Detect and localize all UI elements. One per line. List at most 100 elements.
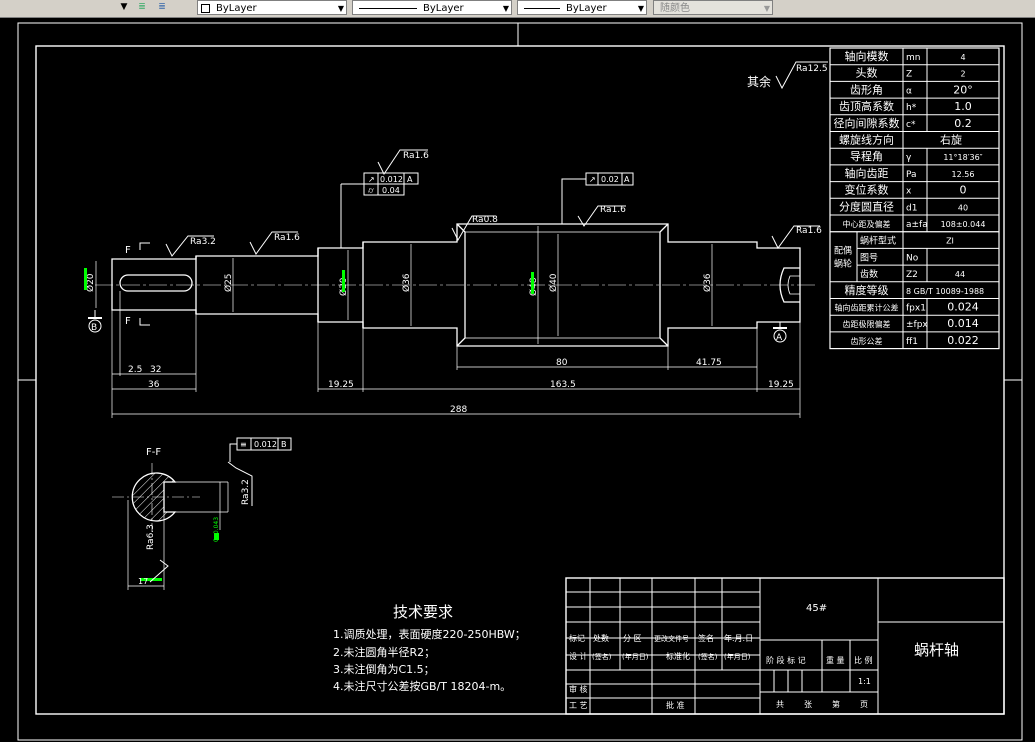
linetype-control[interactable]: ByLayer ▼ [352, 0, 512, 15]
table-label: 中心距及偏差 [843, 219, 891, 229]
svg-text:共: 共 [776, 700, 784, 709]
svg-text:(签名): (签名) [698, 652, 718, 661]
material: 45# [806, 603, 827, 614]
cylindricity-icon: ⌭ [368, 186, 374, 195]
table-symbol: a±fa [906, 220, 928, 230]
svg-text:19.25: 19.25 [328, 380, 354, 390]
svg-text:处数: 处数 [593, 633, 609, 643]
svg-text:Ra3.2: Ra3.2 [241, 479, 251, 505]
note-3: 3.未注倒角为C1.5； [333, 662, 435, 676]
svg-text:重 量: 重 量 [826, 655, 845, 665]
table-symbol: fpx1 [906, 304, 926, 314]
table-label: 齿形公差 [851, 336, 883, 346]
layer-dropdown-arrow[interactable]: ▼ [116, 0, 132, 15]
svg-text:80: 80 [556, 358, 568, 368]
table-label: 轴向齿距 [845, 166, 889, 180]
svg-text:2.5: 2.5 [128, 365, 142, 375]
svg-text:分 区: 分 区 [623, 634, 642, 643]
table-value: 4 [960, 53, 965, 62]
lineweight-control[interactable]: ByLayer ▼ [517, 0, 647, 15]
table-value: 108±0.044 [941, 220, 986, 229]
plotstyle-control[interactable]: 随颜色 ▼ [653, 0, 773, 15]
svg-text:Ra1.6: Ra1.6 [796, 226, 822, 236]
table-value: ZI [946, 237, 954, 246]
parameter-table: 轴向模数 mn 4头数 Z 2齿形角 α 20°齿顶高系数 h* 1.0径向间隙系数 c* 0.2螺… [829, 47, 1000, 350]
drawing-canvas[interactable]: 轴向模数 mn 4头数 Z 2齿形角 α 20°齿顶高系数 h* 1.0径向间隙系数 c* 0.2螺… [0, 18, 1035, 742]
dim-dia-40: Ø40 [548, 273, 559, 292]
properties-toolbar: ▼ ≣ ≣ ByLayer ▼ ByLayer ▼ ByLayer ▼ 随颜色 … [0, 0, 1035, 18]
svg-text:审 核: 审 核 [569, 684, 588, 694]
table-value: 11°18′36″ [943, 153, 982, 162]
table-label: 精度等级 [845, 283, 889, 297]
table-value: 0.022 [947, 334, 979, 347]
note-4: 4.未注尺寸公差按GB/T 18204-m。 [333, 679, 511, 693]
section-cut-marks [139, 242, 150, 326]
note-2: 2.未注圆角半径R2； [333, 645, 435, 659]
svg-text:更改文件号: 更改文件号 [654, 634, 689, 643]
section-dim-tolerance: 0 -0.043 [213, 517, 220, 542]
mating-group-label: 蜗轮 [834, 258, 852, 270]
svg-text:(签名): (签名) [592, 652, 612, 661]
svg-text:A: A [776, 333, 783, 343]
svg-text:1:1: 1:1 [858, 677, 871, 686]
svg-text:A: A [407, 175, 413, 184]
chevron-down-icon: ▼ [763, 4, 770, 13]
title-block-text: 45# 蜗杆轴 标记 处数 分 区 更改文件号 签名 年.月.日 设 计 (签名… [569, 603, 959, 710]
datum-a: A [773, 322, 787, 343]
roughness-labels: Ra3.2 Ra1.6 Ra1.6 Ra0.8 Ra1.6 Ra1.6 Ra6.… [146, 151, 822, 550]
svg-text:(年月日): (年月日) [724, 652, 751, 661]
section-view: F-F 17 0 -0.043 [112, 447, 229, 590]
table-symbol: mn [906, 53, 920, 63]
svg-text:工 艺: 工 艺 [569, 701, 588, 710]
layer-previous-icon[interactable]: ≣ [154, 0, 170, 15]
svg-text:Ra3.2: Ra3.2 [190, 237, 216, 247]
runout-icon: ↗ [368, 175, 375, 184]
table-value: 12.56 [952, 170, 975, 179]
table-label: 头数 [856, 67, 878, 80]
dim-dia-36b: Ø36 [702, 273, 713, 292]
svg-text:标准化: 标准化 [666, 651, 690, 661]
svg-text:0.04: 0.04 [382, 186, 400, 195]
notes-title: 技术要求 [393, 603, 453, 621]
svg-text:(年月日): (年月日) [622, 652, 649, 661]
layer-stack-icon[interactable]: ≣ [134, 0, 150, 15]
table-value: 1.0 [954, 100, 972, 113]
technical-requirements: 技术要求 1.调质处理，表面硬度220-250HBW； 2.未注圆角半径R2； … [333, 603, 526, 693]
mating-group-label: 配偶 [834, 245, 852, 257]
table-label: 齿形角 [850, 83, 883, 96]
table-symbol: α [906, 86, 912, 96]
svg-text:设 计: 设 计 [569, 651, 588, 661]
roughness-other-value: Ra12.5 [796, 64, 828, 74]
datum-b: B [88, 310, 102, 333]
table-label: 螺旋线方向 [839, 133, 894, 147]
svg-text:标记: 标记 [569, 633, 585, 643]
table-label: 轴向齿距累计公差 [835, 303, 899, 313]
table-label: 齿距极限偏差 [843, 319, 891, 329]
svg-text:0.012: 0.012 [254, 440, 277, 449]
symmetry-icon: ≡ [240, 440, 247, 449]
table-value: 20° [953, 83, 973, 96]
svg-text:张: 张 [804, 700, 812, 709]
table-value: 0.014 [947, 317, 979, 330]
table-value: 2 [960, 70, 965, 79]
table-value: 0.2 [954, 117, 972, 130]
tolerance-symbols: ↗ ⌭ ↗ ≡ [240, 175, 596, 449]
chevron-down-icon: ▼ [337, 4, 344, 13]
section-dim-17: 17 [138, 577, 148, 586]
section-title: F-F [146, 447, 161, 458]
table-symbol: Pa [906, 170, 917, 180]
table-value: 右旋 [940, 133, 962, 147]
svg-text:B: B [91, 323, 97, 333]
color-control[interactable]: ByLayer ▼ [197, 0, 347, 15]
svg-text:41.75: 41.75 [696, 358, 722, 368]
svg-text:比 例: 比 例 [854, 655, 873, 665]
length-labels: 2.5 32 36 19.25 163.5 19.25 288 80 41.75 [128, 358, 794, 415]
table-symbol: γ [906, 153, 912, 163]
table-value: 44 [955, 270, 965, 279]
tolerance-values: 0.012 A 0.04 0.02 A 0.012 B [254, 175, 630, 449]
svg-text:32: 32 [150, 365, 161, 375]
table-symbol: Z2 [906, 270, 918, 280]
table-symbol: No [906, 253, 919, 263]
table-symbol: c* [906, 120, 916, 130]
table-symbol: h* [906, 103, 917, 113]
